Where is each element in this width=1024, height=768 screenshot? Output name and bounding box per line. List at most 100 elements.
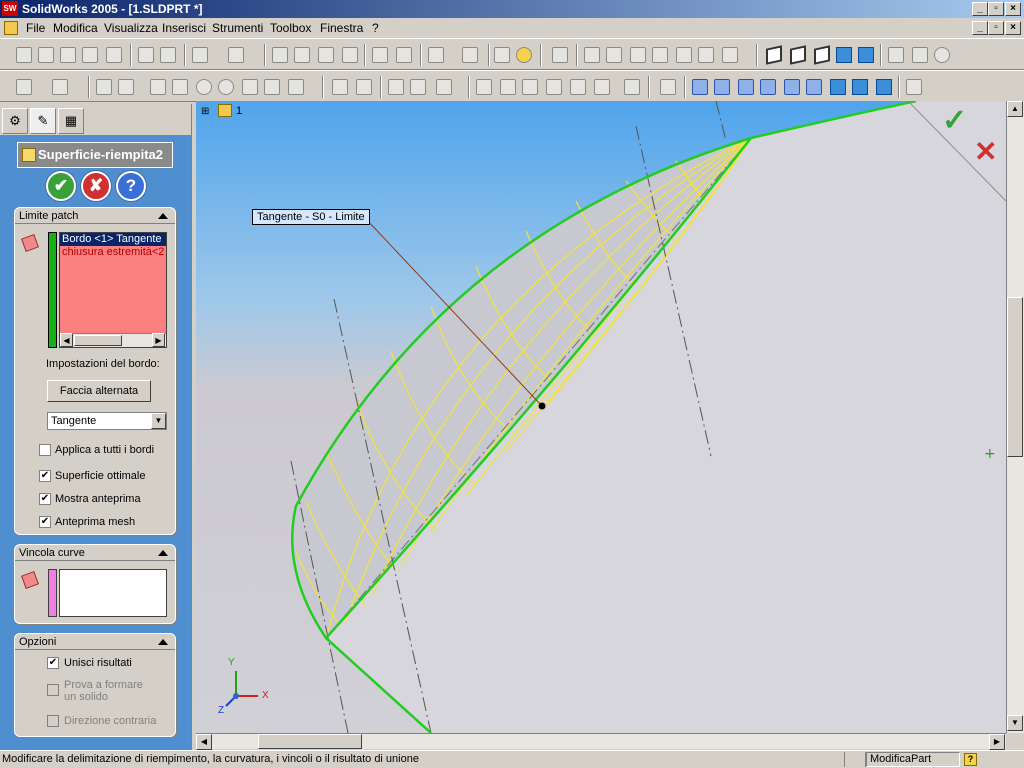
curvature-select[interactable]: Tangente ▼ — [47, 412, 167, 430]
rebuild-icon[interactable] — [294, 47, 310, 63]
close-button[interactable]: × — [1005, 2, 1021, 16]
redo-icon[interactable] — [228, 47, 244, 63]
edge-pick-point[interactable] — [538, 402, 546, 410]
boundary-edges-list[interactable]: Bordo <1> Tangente chiusura estremità<2 … — [59, 232, 167, 348]
convert-entities-icon[interactable] — [500, 79, 516, 95]
centerline-icon[interactable] — [388, 79, 404, 95]
realview-icon[interactable] — [934, 47, 950, 63]
view-left-icon[interactable] — [738, 79, 754, 95]
scroll-left-icon[interactable]: ◀ — [196, 734, 212, 750]
merge-result-checkbox[interactable]: ✔ — [47, 657, 59, 669]
collapse-icon[interactable] — [158, 639, 168, 645]
vincola-curve-header[interactable]: Vincola curve — [15, 545, 175, 561]
view-trimetric-icon[interactable] — [852, 79, 868, 95]
trim-icon[interactable] — [522, 79, 538, 95]
menu-file[interactable]: File — [26, 21, 45, 35]
new-icon[interactable] — [16, 47, 32, 63]
menu-visualizza[interactable]: Visualizza — [104, 21, 158, 35]
doc-minimize-button[interactable]: _ — [972, 21, 988, 35]
view-select-icon[interactable] — [552, 47, 568, 63]
chevron-down-icon[interactable]: ▼ — [151, 413, 166, 429]
vertical-scroll-thumb[interactable] — [1007, 297, 1023, 457]
list-scroll-thumb[interactable] — [74, 335, 122, 346]
rectangle-icon[interactable] — [172, 79, 188, 95]
limite-patch-header[interactable]: Limite patch — [15, 208, 175, 224]
cancel-button[interactable]: ✘ — [81, 171, 111, 201]
view-isometric-icon[interactable] — [830, 79, 846, 95]
menu-toolbox[interactable]: Toolbox — [270, 21, 311, 35]
undo-icon[interactable] — [192, 47, 208, 63]
zoom-selection-icon[interactable] — [652, 47, 668, 63]
model-view[interactable]: + — [196, 101, 1006, 733]
list-item[interactable]: Bordo <1> Tangente — [60, 233, 166, 246]
collapse-icon[interactable] — [158, 213, 168, 219]
menu-strumenti[interactable]: Strumenti — [212, 21, 263, 35]
horizontal-scroll-thumb[interactable] — [258, 734, 362, 749]
section-view-icon[interactable] — [912, 47, 928, 63]
line-icon[interactable] — [150, 79, 166, 95]
cut-icon[interactable] — [138, 47, 154, 63]
feature-manager-tab[interactable]: ⚙ — [2, 108, 28, 134]
minimize-button[interactable]: _ — [972, 2, 988, 16]
tangent-arc-icon[interactable] — [242, 79, 258, 95]
arc-icon[interactable] — [218, 79, 234, 95]
view-dimetric-icon[interactable] — [876, 79, 892, 95]
measure-icon[interactable] — [428, 47, 444, 63]
scroll-up-icon[interactable]: ▲ — [1007, 101, 1023, 117]
smart-dimension-icon[interactable] — [52, 79, 68, 95]
shaded-icon[interactable] — [858, 47, 874, 63]
shadows-icon[interactable] — [888, 47, 904, 63]
reverse-direction-checkbox[interactable] — [47, 715, 59, 727]
grid-icon[interactable] — [372, 47, 388, 63]
sketch-grid-icon[interactable] — [396, 47, 412, 63]
maximize-button[interactable]: ▫ — [988, 2, 1004, 16]
doc-close-button[interactable]: × — [1005, 21, 1021, 35]
warning-icon[interactable] — [476, 79, 492, 95]
print-icon[interactable] — [82, 47, 98, 63]
zoom-fit-icon[interactable] — [584, 47, 600, 63]
menu-modifica[interactable]: Modifica — [53, 21, 98, 35]
tree-root-label[interactable]: 1 — [236, 105, 242, 117]
view-bottom-icon[interactable] — [806, 79, 822, 95]
copy-icon[interactable] — [160, 47, 176, 63]
list-item[interactable]: chiusura estremità<2 — [60, 246, 166, 259]
mesh-preview-checkbox[interactable]: ✔ — [39, 516, 51, 528]
zoom-in-out-icon[interactable] — [630, 47, 646, 63]
scroll-left-icon[interactable]: ◀ — [60, 333, 73, 347]
edit-color-icon[interactable] — [342, 47, 358, 63]
ok-button[interactable]: ✔ — [46, 171, 76, 201]
extend-icon[interactable] — [546, 79, 562, 95]
configuration-manager-tab[interactable]: ▦ — [58, 108, 84, 134]
view-front-icon[interactable] — [692, 79, 708, 95]
ellipse-icon[interactable] — [288, 79, 304, 95]
move-entities-icon[interactable] — [624, 79, 640, 95]
menu-finestra[interactable]: Finestra — [320, 21, 363, 35]
horizontal-scrollbar[interactable]: ◀ ▶ — [196, 733, 1006, 750]
save-icon[interactable] — [60, 47, 76, 63]
opzioni-header[interactable]: Opzioni — [15, 634, 175, 650]
optimal-surface-checkbox[interactable]: ✔ — [39, 470, 51, 482]
menu-inserisci[interactable]: Inserisci — [162, 21, 206, 35]
document-icon[interactable] — [4, 21, 18, 35]
normal-to-icon[interactable] — [906, 79, 922, 95]
wireframe-icon[interactable] — [766, 45, 782, 65]
graphics-area[interactable]: + ⊞ 1 Tangente - S0 - Limite ✓ ✕ Y X Z — [196, 101, 1006, 733]
coordinate-system-icon[interactable] — [660, 79, 676, 95]
three-point-arc-icon[interactable] — [264, 79, 280, 95]
help-icon[interactable] — [516, 47, 532, 63]
menu-help[interactable]: ? — [372, 21, 379, 35]
options-icon[interactable] — [318, 47, 334, 63]
view-right-icon[interactable] — [760, 79, 776, 95]
collapse-icon[interactable] — [158, 550, 168, 556]
try-solid-checkbox[interactable] — [47, 684, 59, 696]
help-button[interactable]: ? — [116, 171, 146, 201]
view-top-icon[interactable] — [784, 79, 800, 95]
properties-icon[interactable] — [494, 47, 510, 63]
sketch-icon[interactable] — [16, 79, 32, 95]
view-back-icon[interactable] — [714, 79, 730, 95]
part-icon[interactable] — [218, 104, 232, 117]
circle-icon[interactable] — [196, 79, 212, 95]
open-icon[interactable] — [38, 47, 54, 63]
print-preview-icon[interactable] — [106, 47, 122, 63]
scroll-right-icon[interactable]: ▶ — [152, 333, 165, 347]
